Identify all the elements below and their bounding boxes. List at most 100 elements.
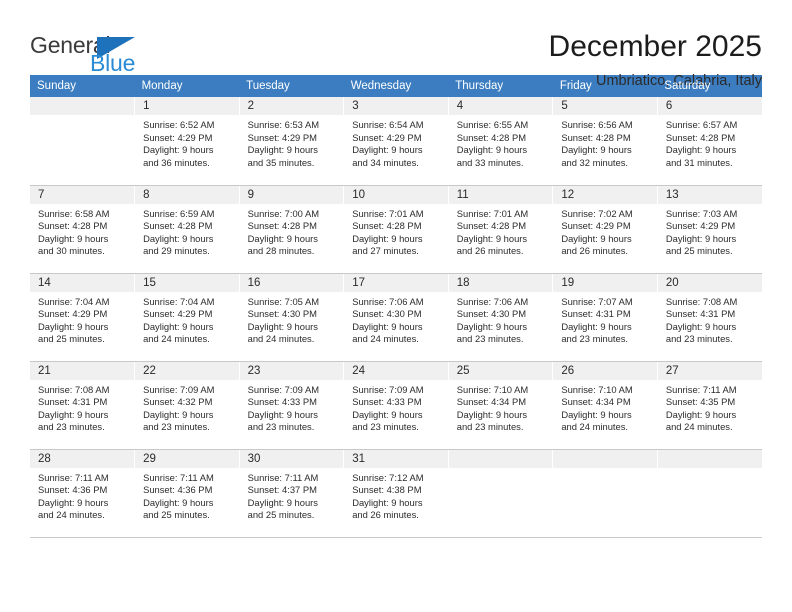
calendar-day-cell[interactable]: 4 Sunrise: 6:55 AM Sunset: 4:28 PM Daylight… <box>448 97 554 186</box>
sunset-text: Sunset: 4:28 PM <box>38 220 108 232</box>
calendar-day-cell[interactable]: 18 Sunrise: 7:06 AM Sunset: 4:30 PM Dayligh… <box>448 272 554 362</box>
sunrise-text: Sunrise: 7:11 AM <box>143 471 214 483</box>
calendar-day-cell[interactable]: 21 Sunrise: 7:08 AM Sunset: 4:31 PM Dayligh… <box>30 360 136 450</box>
daylight-text-line2: and 31 minutes. <box>665 156 733 168</box>
day-number: 30 <box>239 449 344 468</box>
sunset-text: Sunset: 4:31 PM <box>561 308 631 320</box>
day-number: 11 <box>448 185 553 204</box>
daylight-text-line1: Daylight: 9 hours <box>247 320 318 332</box>
daylight-text-line2: and 25 minutes. <box>665 245 733 257</box>
daylight-text-line1: Daylight: 9 hours <box>352 496 423 508</box>
calendar-day-cell[interactable]: 6 Sunrise: 6:57 AM Sunset: 4:28 PM Daylight… <box>657 97 762 186</box>
daylight-text-line2: and 23 minutes. <box>456 421 524 433</box>
daylight-text-line2: and 23 minutes. <box>143 421 210 433</box>
sunset-text: Sunset: 4:32 PM <box>143 396 213 408</box>
day-number: 9 <box>239 185 344 204</box>
calendar-day-cell[interactable]: 9 Sunrise: 7:00 AM Sunset: 4:28 PM Daylight… <box>239 184 345 274</box>
calendar-grid: Sunday Monday Tuesday Wednesday Thursday… <box>30 75 762 538</box>
calendar-day-cell[interactable]: 24 Sunrise: 7:09 AM Sunset: 4:33 PM Dayligh… <box>343 360 449 450</box>
calendar-day-cell[interactable]: 15 Sunrise: 7:04 AM Sunset: 4:29 PM Dayligh… <box>134 272 240 362</box>
day-details: Sunrise: 7:01 AM Sunset: 4:28 PM Daylight:… <box>344 204 448 258</box>
sunset-text: Sunset: 4:33 PM <box>247 396 317 408</box>
calendar-day-cell[interactable]: 30 Sunrise: 7:11 AM Sunset: 4:37 PM Dayligh… <box>239 448 345 538</box>
sunset-text: Sunset: 4:28 PM <box>456 131 527 143</box>
calendar-day-cell[interactable]: 3 Sunrise: 6:54 AM Sunset: 4:29 PM Daylight… <box>343 97 449 186</box>
day-details: Sunrise: 7:11 AM Sunset: 4:35 PM Daylight:… <box>658 380 762 434</box>
calendar-day-cell[interactable]: 2 Sunrise: 6:53 AM Sunset: 4:29 PM Daylight… <box>239 97 345 186</box>
calendar-day-cell[interactable]: 22 Sunrise: 7:09 AM Sunset: 4:32 PM Dayligh… <box>134 360 240 450</box>
calendar-day-cell[interactable]: 11 Sunrise: 7:01 AM Sunset: 4:28 PM Dayligh… <box>448 184 554 274</box>
calendar-day-cell[interactable]: 17 Sunrise: 7:06 AM Sunset: 4:30 PM Dayligh… <box>343 272 449 362</box>
daylight-text-line1: Daylight: 9 hours <box>665 232 737 244</box>
daylight-text-line1: Daylight: 9 hours <box>143 144 214 156</box>
calendar-day-cell[interactable]: 13 Sunrise: 7:03 AM Sunset: 4:29 PM Dayligh… <box>657 184 762 274</box>
day-details: Sunrise: 7:12 AM Sunset: 4:38 PM Daylight:… <box>344 468 448 522</box>
sunrise-text: Sunrise: 7:10 AM <box>561 383 633 395</box>
calendar-week-row: 28 Sunrise: 7:11 AM Sunset: 4:36 PM Dayligh… <box>30 448 762 538</box>
sunrise-text: Sunrise: 7:09 AM <box>247 383 320 395</box>
day-number <box>30 97 135 115</box>
weekday-header-monday: Monday <box>134 75 240 97</box>
calendar-day-cell[interactable]: 19 Sunrise: 7:07 AM Sunset: 4:31 PM Dayligh… <box>552 272 658 362</box>
day-details: Sunrise: 7:00 AM Sunset: 4:28 PM Daylight:… <box>240 204 344 258</box>
sunrise-text: Sunrise: 7:08 AM <box>665 295 738 307</box>
sunrise-text: Sunrise: 6:59 AM <box>143 207 215 219</box>
sunset-text: Sunset: 4:28 PM <box>561 131 631 143</box>
daylight-text-line1: Daylight: 9 hours <box>247 144 318 156</box>
day-details: Sunrise: 7:11 AM Sunset: 4:36 PM Daylight:… <box>135 468 239 522</box>
calendar-day-cell[interactable]: 14 Sunrise: 7:04 AM Sunset: 4:29 PM Dayligh… <box>30 272 136 362</box>
daylight-text-line2: and 23 minutes. <box>665 333 733 345</box>
calendar-day-cell[interactable]: 12 Sunrise: 7:02 AM Sunset: 4:29 PM Dayligh… <box>552 184 658 274</box>
calendar-day-cell[interactable]: 8 Sunrise: 6:59 AM Sunset: 4:28 PM Daylight… <box>134 184 240 274</box>
day-number: 1 <box>135 97 239 115</box>
calendar-day-cell[interactable]: 31 Sunrise: 7:12 AM Sunset: 4:38 PM Dayligh… <box>343 448 449 538</box>
calendar-day-cell[interactable]: 29 Sunrise: 7:11 AM Sunset: 4:36 PM Dayligh… <box>134 448 240 538</box>
daylight-text-line2: and 24 minutes. <box>38 509 105 521</box>
sunset-text: Sunset: 4:31 PM <box>665 308 736 320</box>
daylight-text-line2: and 24 minutes. <box>352 333 419 345</box>
day-number: 16 <box>239 273 344 292</box>
sunset-text: Sunset: 4:29 PM <box>352 131 422 143</box>
calendar-day-cell[interactable]: 5 Sunrise: 6:56 AM Sunset: 4:28 PM Daylight… <box>552 97 658 186</box>
calendar-day-cell[interactable]: 1 Sunrise: 6:52 AM Sunset: 4:29 PM Daylight… <box>134 97 240 186</box>
calendar-day-cell[interactable]: 7 Sunrise: 6:58 AM Sunset: 4:28 PM Daylight… <box>30 184 136 274</box>
day-number <box>553 449 657 468</box>
calendar-day-cell[interactable]: 16 Sunrise: 7:05 AM Sunset: 4:30 PM Dayligh… <box>239 272 345 362</box>
calendar-day-cell[interactable]: 10 Sunrise: 7:01 AM Sunset: 4:28 PM Dayligh… <box>343 184 449 274</box>
sunset-text: Sunset: 4:35 PM <box>665 396 736 408</box>
day-details: Sunrise: 6:53 AM Sunset: 4:29 PM Daylight:… <box>240 115 344 169</box>
calendar-cell-empty <box>448 448 554 538</box>
calendar-day-cell[interactable]: 20 Sunrise: 7:08 AM Sunset: 4:31 PM Dayligh… <box>657 272 762 362</box>
daylight-text-line2: and 34 minutes. <box>352 156 419 168</box>
daylight-text-line1: Daylight: 9 hours <box>143 408 214 420</box>
calendar-week-row: 14 Sunrise: 7:04 AM Sunset: 4:29 PM Dayligh… <box>30 272 762 362</box>
sunset-text: Sunset: 4:34 PM <box>561 396 631 408</box>
daylight-text-line1: Daylight: 9 hours <box>247 232 318 244</box>
calendar-day-cell[interactable]: 28 Sunrise: 7:11 AM Sunset: 4:36 PM Dayligh… <box>30 448 136 538</box>
sunset-text: Sunset: 4:28 PM <box>143 220 213 232</box>
general-blue-logo[interactable]: General Blue <box>30 30 150 76</box>
daylight-text-line1: Daylight: 9 hours <box>38 496 109 508</box>
day-number: 23 <box>239 361 344 380</box>
calendar-day-cell[interactable]: 25 Sunrise: 7:10 AM Sunset: 4:34 PM Dayligh… <box>448 360 554 450</box>
sunset-text: Sunset: 4:29 PM <box>247 131 317 143</box>
sunrise-text: Sunrise: 6:55 AM <box>456 119 529 130</box>
day-number: 7 <box>30 185 135 204</box>
calendar-day-cell[interactable]: 27 Sunrise: 7:11 AM Sunset: 4:35 PM Dayligh… <box>657 360 762 450</box>
sunrise-text: Sunrise: 7:06 AM <box>456 295 529 307</box>
day-number: 26 <box>553 361 657 380</box>
weekday-header-tuesday: Tuesday <box>239 75 344 97</box>
sunset-text: Sunset: 4:29 PM <box>38 308 108 320</box>
weekday-header-thursday: Thursday <box>448 75 553 97</box>
day-number: 2 <box>239 97 344 115</box>
daylight-text-line1: Daylight: 9 hours <box>247 408 318 420</box>
sunset-text: Sunset: 4:36 PM <box>38 484 108 496</box>
daylight-text-line2: and 27 minutes. <box>352 245 419 257</box>
calendar-day-cell[interactable]: 23 Sunrise: 7:09 AM Sunset: 4:33 PM Dayligh… <box>239 360 345 450</box>
sunset-text: Sunset: 4:36 PM <box>143 484 213 496</box>
sunrise-text: Sunrise: 7:09 AM <box>352 383 424 395</box>
calendar-day-cell[interactable]: 26 Sunrise: 7:10 AM Sunset: 4:34 PM Dayligh… <box>552 360 658 450</box>
day-number <box>448 449 553 468</box>
sunrise-text: Sunrise: 7:04 AM <box>143 295 215 307</box>
day-number: 4 <box>448 97 553 115</box>
